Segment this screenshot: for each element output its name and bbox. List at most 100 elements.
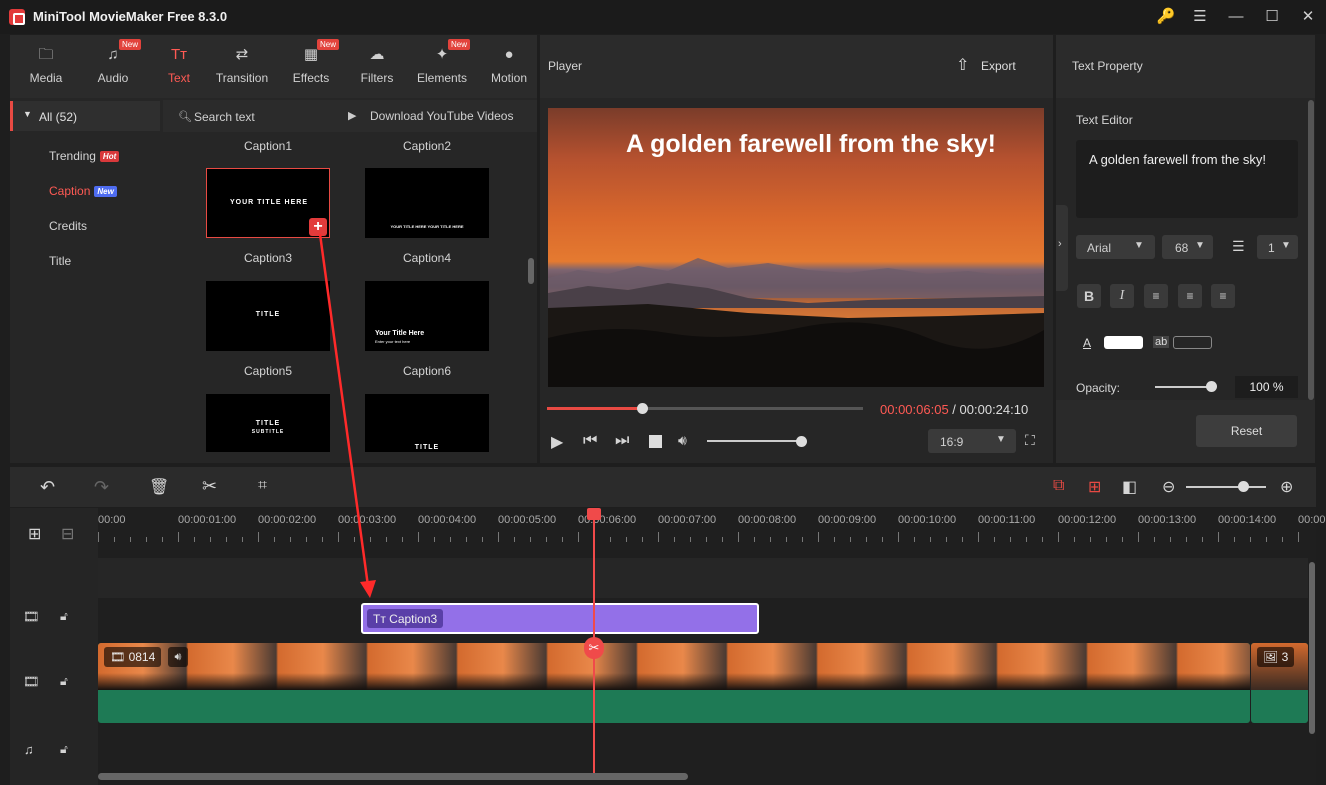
zoom-slider[interactable] (1186, 486, 1266, 488)
close-button[interactable]: ✕ (1296, 6, 1320, 28)
image-clip-label: 🖼︎ 3 (1257, 647, 1295, 667)
tab-text[interactable]: Tт Text (147, 35, 211, 98)
property-scrollbar[interactable] (1308, 100, 1314, 400)
category-title[interactable]: Title (49, 254, 71, 268)
tab-elements[interactable]: ✦ New Elements (410, 35, 474, 98)
menu-button[interactable]: ☰ (1188, 6, 1212, 28)
tab-filters[interactable]: ☁ Filters (345, 35, 409, 98)
align-left-icon[interactable]: ≡ (1144, 284, 1168, 308)
chevron-down-icon: ▼ (23, 109, 32, 119)
playhead-handle[interactable] (587, 508, 601, 520)
ruler-tick (1282, 537, 1283, 542)
aspect-ratio-select[interactable]: 16:9 ▼ (928, 429, 1016, 453)
category-trending[interactable]: Trending Hot (49, 149, 120, 163)
search-input[interactable]: Search text (194, 110, 255, 124)
play-icon[interactable]: ▶ (551, 432, 563, 452)
crop-icon[interactable]: ⌗ (258, 477, 267, 495)
zoom-in-icon[interactable]: ⊕ (1280, 477, 1293, 497)
ruler-tick (194, 537, 195, 542)
ruler-tick (946, 537, 947, 542)
ruler-tick (978, 532, 979, 542)
text-editor-input[interactable]: A golden farewell from the sky! (1076, 140, 1298, 218)
collapse-handle[interactable]: › (1056, 205, 1068, 291)
ruler-tick (866, 537, 867, 542)
line-spacing-select[interactable]: 1 ▼ (1257, 235, 1298, 259)
new-badge: New (317, 39, 340, 50)
time-ruler[interactable]: 00:00 00:00:01:00 00:00:02:00 00:00:03:00 00… (98, 508, 1326, 546)
thumb-label: Caption1 (243, 139, 293, 153)
reset-button[interactable]: Reset (1196, 415, 1297, 447)
fullscreen-icon[interactable]: ⛶ (1025, 432, 1035, 449)
ruler-label: 00:00:11:00 (978, 514, 1036, 526)
background-color-swatch[interactable] (1173, 336, 1212, 349)
opacity-input[interactable]: 100 % (1235, 376, 1298, 398)
caption-clip[interactable]: Tт Caption3 (361, 603, 759, 634)
lock-icon[interactable]: 🔓︎ (60, 742, 68, 757)
ruler-tick (1074, 537, 1075, 542)
image-clip[interactable]: 🖼︎ 3 (1251, 643, 1308, 723)
add-track-icon[interactable]: ⊞ (28, 524, 41, 544)
volume-slider[interactable] (707, 440, 802, 442)
prev-frame-icon[interactable]: ⏮︎ (583, 432, 597, 450)
library-toolbar: 🗀 Media ♫ New Audio Tт Text ⇄ Transition… (10, 35, 537, 98)
timeline-h-scrollbar[interactable] (98, 773, 688, 780)
ruler-tick (754, 537, 755, 542)
tab-audio[interactable]: ♫ New Audio (81, 35, 145, 98)
split-scissors-icon[interactable]: ✂ (202, 476, 217, 497)
zoom-handle[interactable] (1238, 481, 1249, 492)
timeline-v-scrollbar[interactable] (1309, 562, 1315, 734)
remove-track-icon[interactable]: ⊟ (61, 524, 74, 544)
category-caption[interactable]: Caption New (49, 184, 117, 198)
tab-media[interactable]: 🗀 Media (14, 35, 78, 98)
key-icon[interactable]: 🔑 (1154, 6, 1178, 28)
zoom-out-icon[interactable]: ⊖ (1162, 477, 1175, 497)
font-family-select[interactable]: Arial ▼ (1076, 235, 1155, 259)
export-button[interactable]: Export (981, 59, 1016, 73)
time-readout: 00:00:06:05 / 00:00:24:10 (880, 402, 1029, 417)
audio-icon[interactable]: 🔊︎ (168, 647, 188, 667)
maximize-button[interactable]: ☐ (1260, 6, 1284, 28)
text-icon: Tт (373, 612, 390, 626)
redo-icon[interactable]: ↷ (94, 477, 109, 498)
category-credits[interactable]: Credits (49, 219, 87, 233)
split-clip-icon[interactable]: ⊞ (1088, 477, 1101, 497)
snap-icon[interactable]: ⧉ (1053, 477, 1064, 495)
volume-handle[interactable] (796, 436, 807, 447)
align-right-icon[interactable]: ≡ (1211, 284, 1235, 308)
tab-motion[interactable]: ● Motion (477, 35, 541, 98)
ruler-tick (1234, 537, 1235, 542)
font-size-select[interactable]: 68 ▼ (1162, 235, 1213, 259)
tab-transition[interactable]: ⇄ Transition (210, 35, 274, 98)
ruler-tick (962, 537, 963, 542)
delete-icon[interactable]: 🗑︎ (149, 477, 169, 497)
seek-handle[interactable] (636, 403, 648, 414)
volume-icon[interactable]: 🔊︎ (678, 432, 687, 449)
download-youtube-link[interactable]: Download YouTube Videos (370, 109, 513, 123)
grid-scrollbar[interactable] (528, 258, 534, 284)
lock-icon[interactable]: 🔓︎ (60, 674, 68, 689)
caption4-thumb[interactable]: YOUR TITLE HERE YOUR TITLE HERE (365, 168, 489, 238)
split-scissors-icon[interactable]: ✂ (584, 637, 604, 659)
ruler-tick (1186, 537, 1187, 542)
caption3-thumb[interactable]: YOUR TITLE HERE + (206, 168, 330, 238)
undo-icon[interactable]: ↶ (40, 477, 55, 498)
video-clip[interactable]: 🎞︎ 0814 🔊︎ (98, 643, 1250, 723)
film-icon: 🎞︎ (110, 650, 129, 664)
text-track-icon: 🎞︎ (23, 609, 40, 624)
search-icon: 🔍︎ (178, 111, 192, 123)
audio-wave-icon[interactable]: ◧ (1122, 477, 1137, 497)
bold-icon[interactable]: B (1077, 284, 1101, 308)
italic-icon[interactable]: I (1110, 284, 1134, 308)
next-frame-icon[interactable]: ⏭︎ (615, 432, 629, 450)
tab-effects[interactable]: ▦ New Effects (279, 35, 343, 98)
opacity-handle[interactable] (1206, 381, 1217, 392)
lock-icon[interactable]: 🔓︎ (60, 609, 68, 624)
stop-icon[interactable] (649, 435, 662, 448)
font-color-swatch[interactable] (1104, 336, 1143, 349)
ruler-tick (882, 537, 883, 542)
category-all[interactable]: ▼ All (52) (10, 101, 160, 131)
minimize-button[interactable]: — (1224, 6, 1248, 28)
ruler-tick (1026, 537, 1027, 542)
new-badge: New (119, 39, 142, 50)
align-center-icon[interactable]: ≡ (1178, 284, 1202, 308)
